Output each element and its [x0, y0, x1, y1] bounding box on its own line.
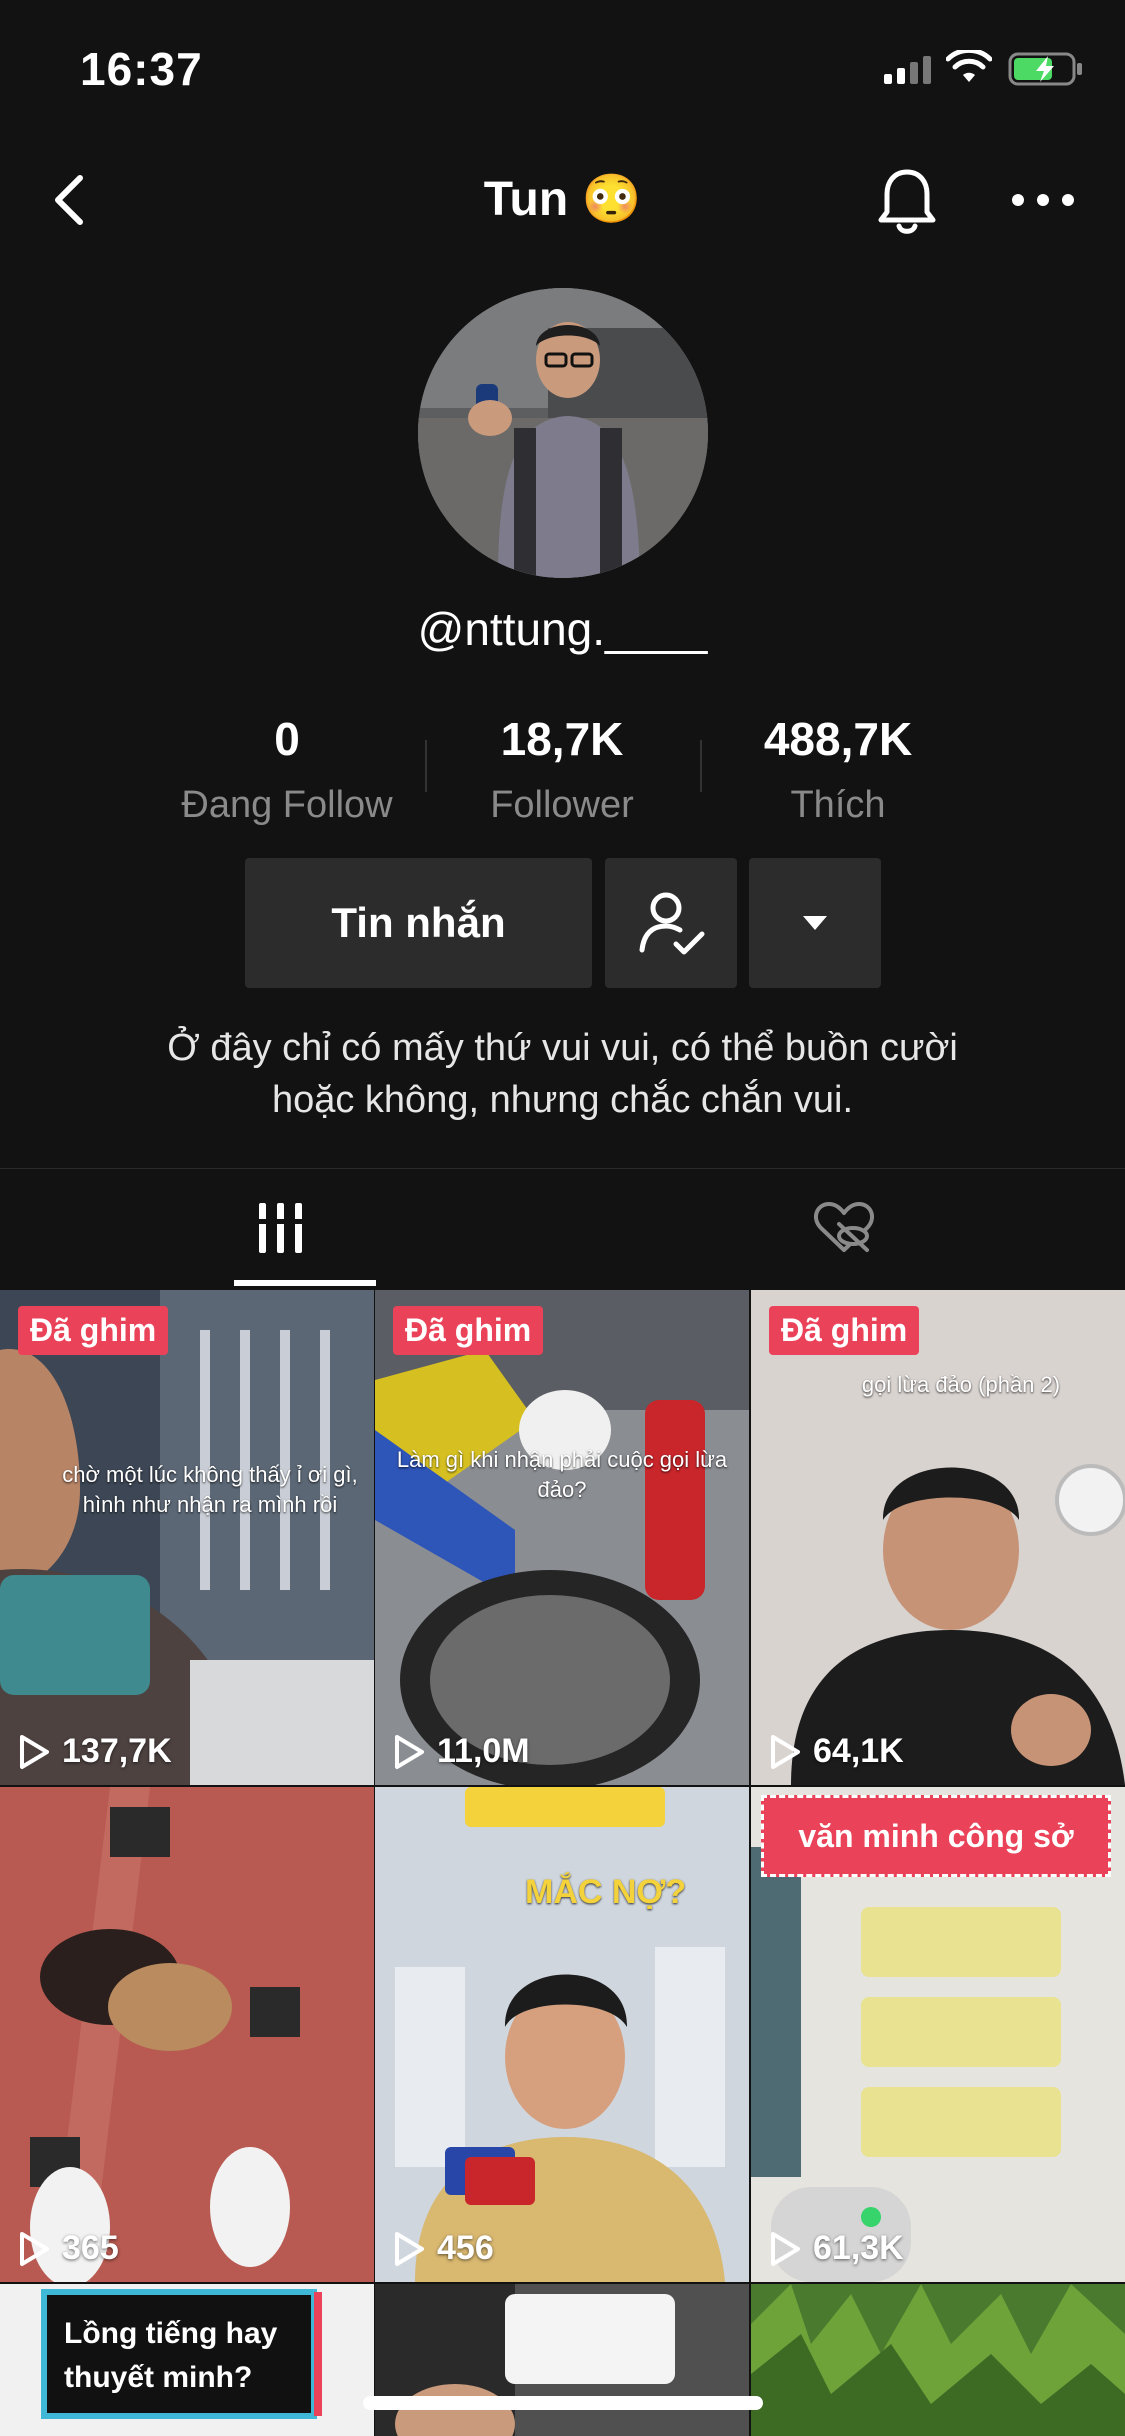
video-caption: văn minh công sở — [798, 1817, 1074, 1854]
stat-following[interactable]: 0 Đang Follow — [157, 712, 417, 827]
play-icon — [20, 1734, 49, 1769]
play-icon — [395, 2231, 424, 2266]
video-thumbnail[interactable] — [375, 2284, 749, 2436]
battery-icon — [1008, 52, 1082, 86]
stat-divider — [425, 740, 427, 792]
bio-line: hoặc không, nhưng chắc chắn vui. — [271, 1079, 854, 1121]
video-thumbnail-image — [0, 1290, 374, 1785]
view-count: 64,1K — [769, 1732, 904, 1771]
following-button[interactable] — [605, 858, 737, 988]
play-icon — [771, 2231, 800, 2266]
video-thumbnail-image — [375, 2284, 749, 2436]
video-thumbnail[interactable] — [751, 2284, 1125, 2436]
triangle-down-icon — [803, 916, 827, 930]
profile-header: Tun 😳 — [0, 150, 1125, 250]
play-icon — [771, 1734, 800, 1769]
pinned-badge: Đã ghim — [769, 1306, 920, 1355]
video-thumbnail-image — [375, 1787, 749, 2282]
profile-handle: @nttung.____ — [417, 603, 708, 655]
page-title: Tun 😳 — [483, 173, 642, 226]
likes-label: Thích — [790, 784, 886, 826]
view-count: 61,3K — [769, 2229, 904, 2268]
status-bar: 16:37 — [0, 0, 1125, 135]
view-count-text: 11,0M — [437, 1732, 530, 1770]
status-time: 16:37 — [80, 43, 203, 95]
stat-divider — [700, 740, 702, 792]
followers-label: Follower — [490, 784, 634, 826]
video-thumbnail-image — [751, 1290, 1125, 1785]
play-icon — [395, 1734, 424, 1769]
video-caption: gọi lừa đảo (phần 2) — [861, 1372, 1061, 1397]
followers-count: 18,7K — [500, 713, 624, 765]
video-caption: MẮC NỢ? — [525, 1873, 687, 1911]
stat-followers[interactable]: 18,7K Follower — [432, 712, 692, 827]
likes-count: 488,7K — [763, 713, 913, 765]
tabs-divider — [0, 1168, 1125, 1169]
video-caption: Lồng tiếng hay thuyết minh? — [64, 2312, 314, 2400]
profile-bio: Ở đây chỉ có mấy thứ vui vui, có thể buồ… — [0, 1022, 1125, 1126]
following-count: 0 — [274, 713, 300, 765]
video-thumbnail[interactable]: Lồng tiếng hay thuyết minh? — [0, 2284, 374, 2436]
more-options-icon[interactable] — [1008, 180, 1078, 220]
video-caption: chờ một lúc không thấy ỉ ơi gì, hình như… — [62, 1462, 358, 1517]
video-thumbnail-image — [751, 2284, 1125, 2436]
home-indicator — [363, 2396, 763, 2410]
stat-likes[interactable]: 488,7K Thích — [708, 712, 968, 827]
tab-liked-videos[interactable] — [563, 1170, 1125, 1286]
view-count-text: 456 — [437, 2229, 494, 2267]
video-thumbnail-image — [0, 1787, 374, 2282]
video-caption-text: Lồng tiếng hay thuyết minh? — [64, 2317, 278, 2394]
active-tab-indicator — [234, 1280, 376, 1286]
suggestions-dropdown-button[interactable] — [749, 858, 881, 988]
pinned-badge: Đã ghim — [393, 1306, 544, 1355]
video-thumbnail[interactable]: MẮC NỢ? 456 — [375, 1787, 749, 2282]
video-thumbnail[interactable]: gọi lừa đảo (phần 2) Đã ghim 64,1K — [751, 1290, 1125, 1785]
video-caption-banner: văn minh công sở — [761, 1795, 1111, 1877]
wifi-icon — [946, 50, 992, 82]
video-thumbnail[interactable]: văn minh công sở 61,3K — [751, 1787, 1125, 2282]
following-label: Đang Follow — [181, 784, 393, 826]
view-count: 456 — [393, 2229, 494, 2268]
video-caption: Làm gì khi nhận phải cuộc gọi lừa đảo? — [396, 1447, 728, 1502]
user-check-icon — [639, 892, 705, 955]
play-icon — [20, 2231, 49, 2266]
view-count: 365 — [18, 2229, 119, 2268]
video-thumbnail[interactable]: 365 — [0, 1787, 374, 2282]
video-thumbnail-image — [375, 1290, 749, 1785]
bio-line: Ở đây chỉ có mấy thứ vui vui, có thể buồ… — [167, 1027, 958, 1069]
view-count-text: 61,3K — [813, 2229, 904, 2267]
message-button[interactable]: Tin nhắn — [245, 858, 592, 988]
view-count-text: 365 — [62, 2229, 119, 2267]
view-count: 11,0M — [393, 1732, 530, 1771]
video-thumbnail[interactable]: chờ một lúc không thấy ỉ ơi gì, hình như… — [0, 1290, 374, 1785]
grid-icon — [257, 1203, 305, 1253]
view-count-text: 64,1K — [813, 1732, 904, 1770]
view-count: 137,7K — [18, 1732, 172, 1771]
bell-icon[interactable] — [872, 160, 942, 240]
pinned-badge: Đã ghim — [18, 1306, 169, 1355]
view-count-text: 137,7K — [62, 1732, 172, 1770]
video-thumbnail[interactable]: Làm gì khi nhận phải cuộc gọi lừa đảo? Đ… — [375, 1290, 749, 1785]
tab-videos[interactable] — [0, 1170, 562, 1286]
hidden-heart-icon — [813, 1202, 875, 1252]
avatar[interactable] — [418, 288, 708, 578]
cellular-signal-icon — [884, 56, 931, 84]
